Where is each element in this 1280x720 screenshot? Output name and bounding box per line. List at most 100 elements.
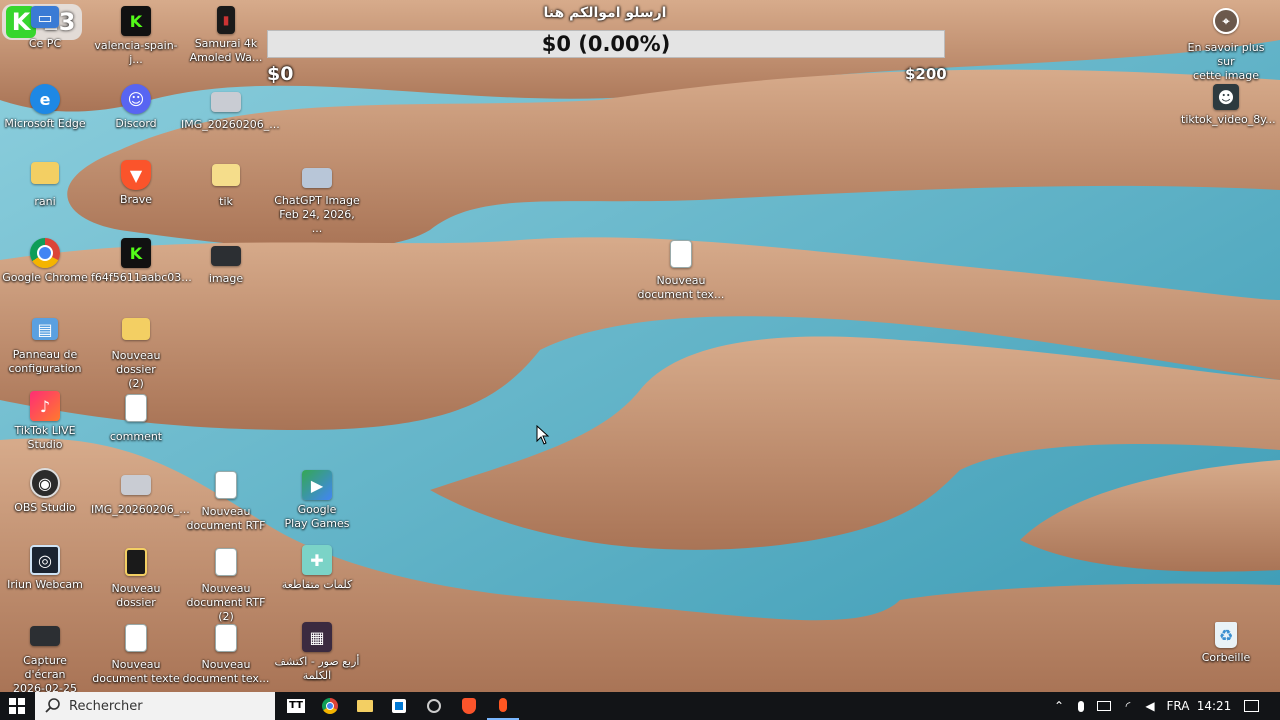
taskbar-chrome-app[interactable] — [314, 692, 346, 720]
show-hidden-icons-button[interactable]: ⌃ — [1050, 692, 1068, 720]
icon-label: ChatGPT Image Feb 24, 2026, ... — [274, 194, 360, 235]
microphone-icon — [499, 698, 507, 712]
brave-icon: ▼ — [121, 160, 151, 190]
desktop-icon-obs-studio[interactable]: ◉ OBS Studio — [1, 468, 89, 515]
desktop-icon-microsoft-edge[interactable]: e Microsoft Edge — [1, 84, 89, 131]
tray-battery[interactable] — [1094, 692, 1114, 720]
desktop-icon-discord[interactable]: ☺ Discord — [92, 84, 180, 131]
desktop-icon-tiktok-video[interactable]: ☻ tiktok_video_8y... — [1181, 84, 1276, 127]
desktop-icon-nouveau-document-middle[interactable]: Nouveau document tex... — [637, 240, 725, 302]
speaker-icon: ◀ — [1145, 699, 1155, 713]
desktop-icon-control-panel[interactable]: ▤ Panneau de configuration — [1, 318, 89, 376]
image-file-icon — [211, 246, 241, 266]
desktop-icon-image[interactable]: image — [182, 246, 270, 286]
icon-label: Corbeille — [1201, 651, 1251, 664]
action-center-button[interactable] — [1238, 692, 1264, 720]
desktop-icon-nouveau-document-texte[interactable]: Nouveau document texte — [92, 624, 180, 686]
folder-icon — [122, 318, 150, 340]
desktop-icon-f64f5611[interactable]: K f64f5611aabc03... — [91, 238, 192, 285]
discord-icon: ☺ — [121, 84, 151, 114]
icon-label: En savoir plus sur cette image — [1187, 41, 1265, 82]
tiktok-live-icon: ♪ — [30, 391, 60, 421]
desktop-icon-img-1[interactable]: IMG_20260206_... — [181, 92, 280, 132]
taskbar-tiktok-app[interactable]: TT — [280, 692, 312, 720]
desktop-icon-google-chrome[interactable]: Google Chrome — [1, 238, 89, 285]
text-document-icon — [125, 394, 147, 422]
desktop-icon-google-play-games[interactable]: ▶ Google Play Games — [273, 470, 361, 531]
obs-icon: ◉ — [30, 468, 60, 498]
icon-label: Nouveau dossier (2) — [111, 349, 161, 390]
desktop-icon-corbeille[interactable]: ♻ Corbeille — [1182, 622, 1270, 665]
chrome-icon — [30, 238, 60, 268]
user-folder-icon — [31, 162, 59, 184]
tray-clock[interactable]: 14:21 — [1196, 692, 1232, 720]
icon-label: Discord — [115, 117, 157, 130]
icon-label: tiktok_video_8y... — [1181, 113, 1276, 126]
desktop-icon-samurai-wallpaper[interactable]: ▮ Samurai 4k Amoled Wa... — [182, 6, 270, 65]
desktop-icon-nouveau-rtf-2[interactable]: Nouveau document RTF (2) — [182, 548, 270, 624]
folder-icon — [125, 548, 147, 576]
donation-progress-bar: $0 (0.00%) — [267, 30, 945, 58]
icon-label: Nouveau document RTF — [186, 505, 266, 532]
goal-max-label: $200 — [905, 65, 947, 83]
desktop-icon-comment[interactable]: comment — [92, 394, 180, 444]
taskbar-obs-app[interactable] — [418, 692, 450, 720]
icon-label: comment — [109, 430, 163, 443]
desktop-icon-tik[interactable]: tik — [182, 164, 270, 209]
crossword-icon: ✚ — [302, 545, 332, 575]
icon-label: OBS Studio — [14, 501, 76, 514]
icon-label: IMG_20260206_... — [91, 503, 190, 516]
learn-more-icon: ⌖ — [1213, 8, 1239, 34]
tray-language[interactable]: FRA — [1163, 692, 1193, 720]
folder-icon — [212, 164, 240, 186]
text-document-icon — [215, 624, 237, 652]
icon-label: TikTok LIVE Studio — [14, 424, 76, 451]
desktop-icon-nouveau-dossier[interactable]: Nouveau dossier — [92, 548, 180, 610]
taskbar-brave-app[interactable] — [453, 692, 485, 720]
rtf-document-icon — [215, 548, 237, 576]
icon-label: Panneau de configuration — [8, 348, 82, 375]
desktop-icon-valencia[interactable]: K valencia-spain-j... — [92, 6, 180, 67]
chrome-icon — [322, 698, 338, 714]
tray-wifi[interactable]: ◜ — [1118, 692, 1138, 720]
tray-microphone[interactable] — [1072, 692, 1090, 720]
desktop-icon-crossword[interactable]: ✚ كلمات متقاطعة — [273, 545, 361, 592]
taskbar-search-box[interactable]: Rechercher — [35, 692, 275, 720]
desktop-icon-img-2[interactable]: IMG_20260206_... — [91, 475, 190, 517]
recycle-bin-icon: ♻ — [1215, 622, 1237, 648]
battery-icon — [1097, 701, 1111, 711]
desktop-icon-ce-pc[interactable]: ▭ Ce PC — [1, 6, 89, 51]
icon-label: Samurai 4k Amoled Wa... — [189, 37, 263, 64]
desktop-icon-learn-more[interactable]: ⌖ En savoir plus sur cette image — [1182, 8, 1270, 83]
icon-label: Google Play Games — [284, 503, 350, 530]
donation-title: ارسلو اموالكم هنا — [543, 5, 667, 21]
icon-label: Microsoft Edge — [4, 117, 86, 130]
tray-volume[interactable]: ◀ — [1140, 692, 1160, 720]
this-pc-icon: ▭ — [31, 6, 59, 28]
desktop-icon-chatgpt-image[interactable]: ChatGPT Image Feb 24, 2026, ... — [273, 168, 361, 236]
microphone-icon — [1078, 700, 1084, 712]
desktop-icon-nouveau-dossier-2[interactable]: Nouveau dossier (2) — [92, 318, 180, 391]
notification-icon — [1243, 700, 1259, 712]
icon-label: Nouveau document RTF (2) — [186, 582, 266, 623]
start-button[interactable] — [0, 692, 34, 720]
play-games-icon: ▶ — [302, 470, 332, 500]
desktop-icon-nouveau-document-tex[interactable]: Nouveau document tex... — [182, 624, 270, 686]
desktop-icon-iriun-webcam[interactable]: ◎ Iriun Webcam — [1, 545, 89, 592]
taskbar-store-app[interactable] — [383, 692, 415, 720]
icon-label: Nouveau document tex... — [182, 658, 270, 685]
desktop-icon-tiktok-live-studio[interactable]: ♪ TikTok LIVE Studio — [1, 391, 89, 452]
icon-label: IMG_20260206_... — [181, 118, 280, 131]
taskbar-recorder-app[interactable] — [487, 692, 519, 720]
image-file-icon — [302, 168, 332, 188]
kick-image-icon: K — [121, 238, 151, 268]
wallpaper-image-icon: ▮ — [217, 6, 235, 34]
desktop-icon-nouveau-rtf[interactable]: Nouveau document RTF — [182, 471, 270, 533]
desktop-icon-four-pics[interactable]: ▦ أربع صور - اكتشف الكلمة — [273, 622, 361, 683]
rtf-document-icon — [215, 471, 237, 499]
desktop-icon-rani[interactable]: rani — [1, 162, 89, 209]
taskbar-file-explorer[interactable] — [349, 692, 381, 720]
icon-label: Brave — [119, 193, 153, 206]
chevron-up-icon: ⌃ — [1053, 699, 1065, 713]
desktop-icon-brave[interactable]: ▼ Brave — [92, 160, 180, 207]
